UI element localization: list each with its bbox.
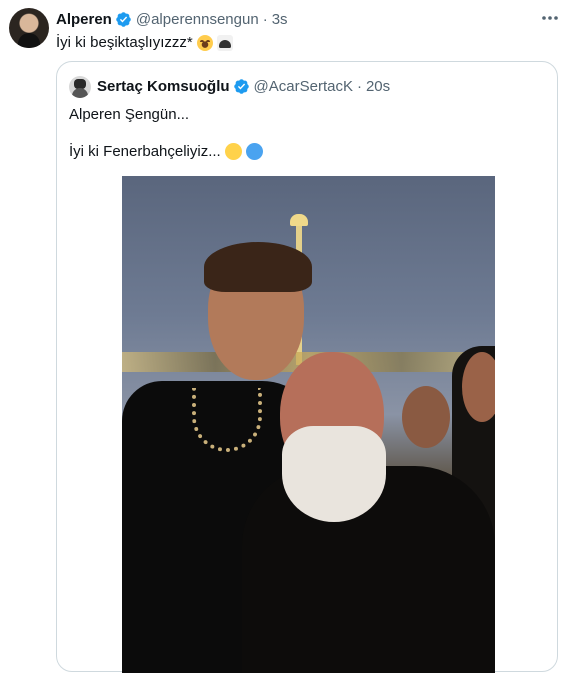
photo-person-center-beard (282, 426, 386, 522)
quoted-text-line2: İyi ki Fenerbahçeliyiz... (69, 143, 263, 160)
photo-tower-top (290, 214, 308, 226)
grinning-sweat-emoji-icon (196, 34, 213, 51)
photo-person-right-head (462, 352, 495, 422)
author-avatar[interactable] (9, 8, 49, 48)
quoted-author-handle[interactable]: @AcarSertacK (254, 78, 353, 95)
quoted-tweet-header: Sertaç Komsuoğlu @AcarSertacK · 20s (97, 77, 390, 95)
verified-badge-icon (115, 11, 132, 28)
photo-person-left-hair (204, 242, 312, 292)
tweet-timestamp[interactable]: 3s (272, 11, 288, 28)
photo-person-background-head (402, 386, 450, 448)
quoted-verified-badge-icon (233, 78, 250, 95)
tweet-header: Alperen @alperennsengun · 3s (56, 10, 288, 28)
quoted-text-line2-content: İyi ki Fenerbahçeliyiz... (69, 143, 221, 160)
separator-dot: · (262, 10, 268, 28)
tweet-text-content: İyi ki beşiktaşlıyızzz* (56, 34, 193, 51)
quoted-author-name[interactable]: Sertaç Komsuoğlu (97, 78, 230, 95)
author-name[interactable]: Alperen (56, 11, 112, 28)
blue-circle-emoji-icon (245, 143, 263, 160)
yellow-circle-emoji-icon (224, 143, 242, 160)
author-handle[interactable]: @alperennsengun (136, 11, 259, 28)
quoted-tweet-timestamp[interactable]: 20s (366, 78, 390, 95)
more-options-icon[interactable] (540, 10, 560, 26)
quoted-tweet-photo[interactable] (122, 176, 495, 673)
eagle-emoji-icon (216, 34, 233, 51)
quoted-text-line1: Alperen Şengün... (69, 106, 190, 123)
quoted-separator-dot: · (356, 77, 362, 95)
quoted-author-avatar[interactable] (69, 76, 91, 98)
tweet-text: İyi ki beşiktaşlıyızzz* (56, 34, 233, 51)
quoted-tweet[interactable]: Sertaç Komsuoğlu @AcarSertacK · 20s Alpe… (56, 61, 558, 673)
tweet-card[interactable]: Alperen @alperennsengun · 3s İyi ki beşi… (0, 0, 567, 675)
